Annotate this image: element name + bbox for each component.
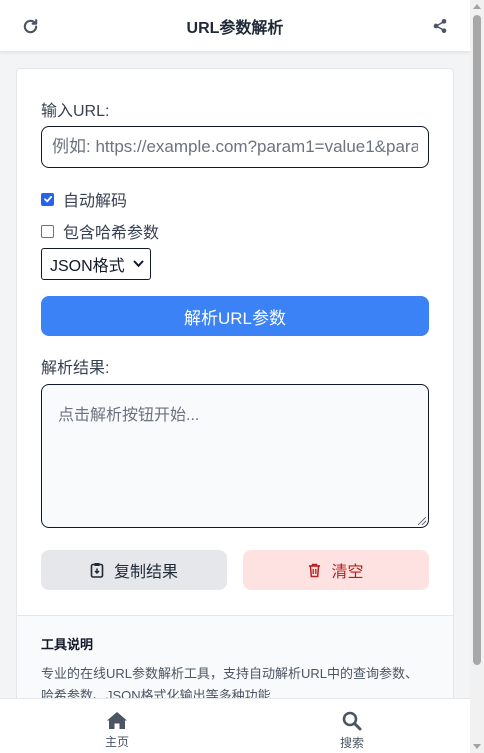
- parser-card: 输入URL: 自动解码 包含哈希参数 JSON格式 解析URL参数 解析结果: …: [16, 68, 454, 753]
- clipboard-icon: [90, 563, 104, 578]
- copy-button[interactable]: 复制结果: [41, 550, 227, 590]
- refresh-icon[interactable]: [18, 14, 42, 38]
- auto-decode-label: 自动解码: [63, 193, 128, 210]
- include-hash-checkbox[interactable]: [41, 224, 54, 238]
- clear-button[interactable]: 清空: [243, 550, 429, 590]
- url-label: 输入URL:: [41, 103, 110, 120]
- scroll-down-arrow[interactable]: [473, 744, 481, 749]
- search-icon: [342, 711, 362, 731]
- scrollbar[interactable]: [470, 0, 484, 753]
- result-textarea[interactable]: 点击解析按钮开始...: [41, 384, 429, 528]
- chevron-down-icon: [133, 260, 144, 268]
- scroll-up-arrow[interactable]: [473, 4, 481, 9]
- top-bar: URL参数解析: [0, 0, 470, 52]
- bottom-nav: 主页 搜索: [0, 698, 470, 753]
- include-hash-label: 包含哈希参数: [63, 225, 160, 242]
- format-select[interactable]: JSON格式: [41, 248, 151, 280]
- parse-button[interactable]: 解析URL参数: [41, 296, 429, 336]
- include-hash-option[interactable]: 包含哈希参数: [41, 219, 159, 243]
- nav-search[interactable]: 搜索: [322, 711, 382, 751]
- app-root: URL参数解析 输入URL: 自动解码 包含哈希参数 JSON格式: [0, 0, 484, 753]
- description-title: 工具说明: [41, 637, 94, 652]
- nav-search-label: 搜索: [339, 736, 364, 750]
- nav-home[interactable]: 主页: [87, 711, 147, 750]
- trash-icon: [309, 563, 321, 577]
- scrollbar-thumb[interactable]: [473, 15, 481, 665]
- page-title: URL参数解析: [186, 19, 284, 37]
- copy-button-label: 复制结果: [113, 564, 178, 581]
- nav-home-label: 主页: [104, 735, 129, 749]
- result-placeholder: 点击解析按钮开始...: [58, 407, 200, 424]
- url-input[interactable]: [41, 126, 429, 168]
- resize-handle[interactable]: [418, 517, 426, 525]
- action-buttons: 复制结果 清空: [41, 550, 429, 590]
- result-label: 解析结果:: [41, 360, 110, 377]
- clear-button-label: 清空: [331, 564, 364, 581]
- format-select-value: JSON格式: [50, 258, 125, 275]
- auto-decode-option[interactable]: 自动解码: [41, 187, 127, 211]
- auto-decode-checkbox[interactable]: [41, 192, 54, 206]
- home-icon: [107, 712, 127, 729]
- share-icon[interactable]: [428, 14, 452, 38]
